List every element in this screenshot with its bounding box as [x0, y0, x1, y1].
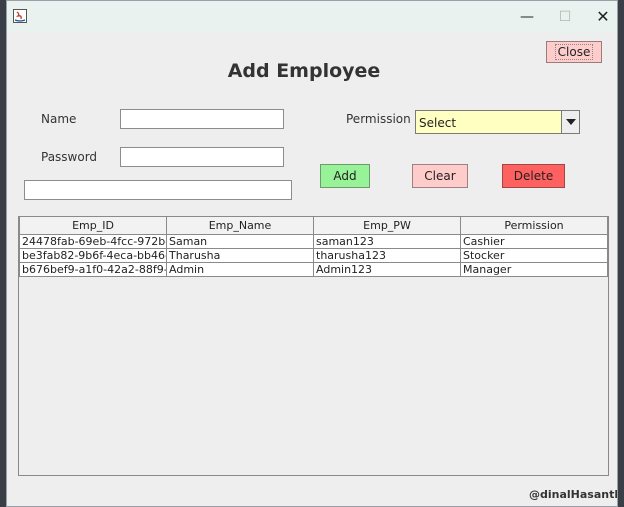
column-header-emp-pw[interactable]: Emp_PW [313, 217, 461, 235]
name-field[interactable] [120, 109, 284, 129]
cell-emp-pw[interactable]: saman123 [313, 234, 461, 249]
cell-emp-id[interactable]: b676bef9-a1f0-42a2-88f9-7f... [19, 262, 167, 277]
cell-emp-name[interactable]: Tharusha [166, 248, 314, 263]
title-bar[interactable]: — ☐ ✕ [7, 1, 617, 33]
cell-emp-id[interactable]: 24478fab-69eb-4fcc-972b-5... [19, 234, 167, 249]
table-row[interactable]: 24478fab-69eb-4fcc-972b-5... Saman saman… [19, 234, 608, 249]
chevron-down-icon[interactable] [561, 111, 579, 133]
password-label: Password [41, 150, 98, 164]
column-header-emp-name[interactable]: Emp_Name [166, 217, 314, 235]
column-header-emp-id[interactable]: Emp_ID [19, 217, 167, 235]
password-field[interactable] [120, 147, 284, 167]
minimize-icon[interactable]: — [517, 7, 537, 27]
page-title: Add Employee [227, 60, 381, 82]
employee-id-field[interactable] [24, 180, 292, 200]
cell-permission[interactable]: Cashier [460, 234, 608, 249]
name-label: Name [41, 112, 77, 126]
add-button[interactable]: Add [320, 164, 370, 188]
table-header-row: Emp_ID Emp_Name Emp_PW Permission [19, 217, 608, 235]
column-header-permission[interactable]: Permission [460, 217, 608, 235]
clear-button[interactable]: Clear [412, 164, 468, 188]
cell-emp-name[interactable]: Admin [166, 262, 314, 277]
table-row[interactable]: b676bef9-a1f0-42a2-88f9-7f... Admin Admi… [19, 262, 608, 277]
permission-select[interactable]: Select [415, 110, 580, 134]
java-app-icon [13, 9, 27, 23]
close-button-label: Close [554, 44, 594, 60]
employee-table[interactable]: Emp_ID Emp_Name Emp_PW Permission 24478f… [18, 216, 609, 476]
cell-emp-name[interactable]: Saman [166, 234, 314, 249]
delete-button[interactable]: Delete [502, 164, 565, 188]
author-credit: @dinalHasantha [529, 488, 617, 501]
cell-emp-pw[interactable]: Admin123 [313, 262, 461, 277]
permission-label: Permission [346, 112, 411, 126]
table-row[interactable]: be3fab82-9b6f-4eca-bb46-4... Tharusha th… [19, 248, 608, 263]
app-window: — ☐ ✕ Close Add Employee Name Password P… [6, 0, 618, 507]
cell-permission[interactable]: Manager [460, 262, 608, 277]
window-close-icon[interactable]: ✕ [593, 7, 613, 27]
cell-emp-pw[interactable]: tharusha123 [313, 248, 461, 263]
permission-select-value: Select [419, 116, 457, 130]
cell-emp-id[interactable]: be3fab82-9b6f-4eca-bb46-4... [19, 248, 167, 263]
cell-permission[interactable]: Stocker [460, 248, 608, 263]
maximize-icon[interactable]: ☐ [555, 7, 575, 27]
